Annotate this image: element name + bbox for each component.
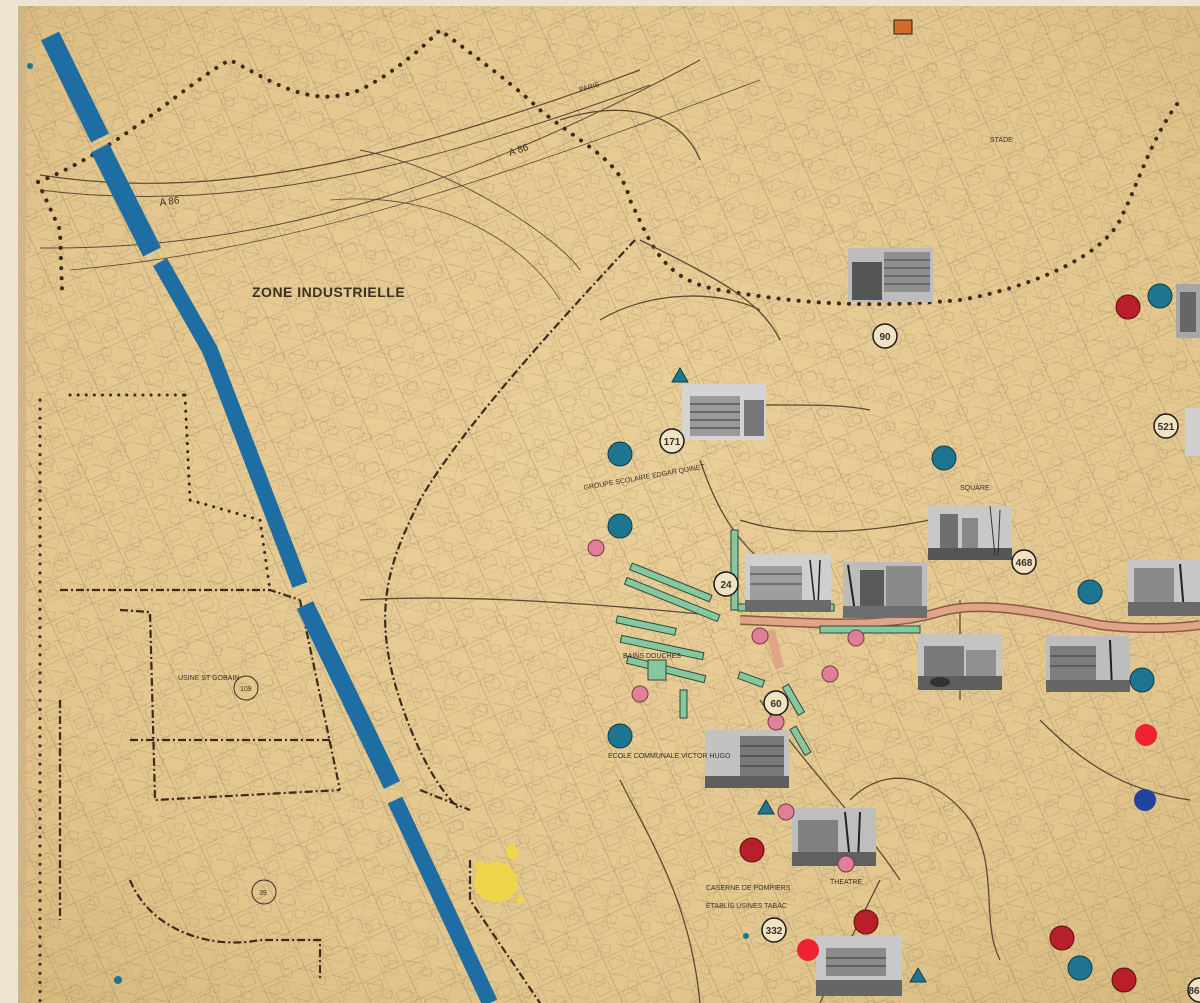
red-marker[interactable] bbox=[853, 909, 879, 935]
pink-marker[interactable] bbox=[767, 713, 785, 731]
small-blue-dot bbox=[743, 933, 749, 939]
svg-text:60: 60 bbox=[770, 699, 782, 710]
teal-marker[interactable] bbox=[607, 513, 633, 539]
photo-school-south[interactable] bbox=[816, 936, 902, 996]
numbered-marker-468[interactable]: 468 bbox=[1011, 549, 1037, 575]
road-label-stade: STADE bbox=[990, 137, 1013, 144]
numbered-marker-171[interactable]: 171 bbox=[659, 428, 685, 454]
numbered-marker-521[interactable]: 521 bbox=[1153, 413, 1179, 439]
svg-text:521: 521 bbox=[1158, 422, 1175, 433]
svg-text:332: 332 bbox=[766, 926, 783, 937]
photo-east-521[interactable] bbox=[1185, 408, 1200, 456]
photo-trees-south[interactable] bbox=[792, 808, 876, 866]
teal-marker[interactable] bbox=[607, 723, 633, 749]
photo-building-north[interactable] bbox=[848, 248, 933, 302]
svg-text:39: 39 bbox=[259, 890, 267, 897]
label-usine-st-gobain: USINE ST GOBAIN bbox=[178, 675, 239, 682]
pink-marker[interactable] bbox=[587, 539, 605, 557]
svg-text:468: 468 bbox=[1016, 558, 1033, 569]
paper-spot bbox=[27, 63, 33, 69]
teal-marker[interactable] bbox=[931, 445, 957, 471]
pink-marker[interactable] bbox=[847, 629, 865, 647]
photo-east-edge[interactable] bbox=[1128, 560, 1200, 616]
numbered-marker-24[interactable]: 24 bbox=[713, 571, 739, 597]
photo-street-24a[interactable] bbox=[745, 554, 831, 612]
pink-marker[interactable] bbox=[837, 855, 855, 873]
numbered-marker-60[interactable]: 60 bbox=[763, 690, 789, 716]
photo-boulevard-1[interactable] bbox=[918, 634, 1002, 690]
photo-street-24b[interactable] bbox=[843, 562, 927, 618]
red-marker[interactable] bbox=[739, 837, 765, 863]
teal-marker[interactable] bbox=[1067, 955, 1093, 981]
teal-marker[interactable] bbox=[1077, 579, 1103, 605]
label-etablis-usines-tabac: ETABLIS USINES TABAC bbox=[706, 903, 787, 910]
teal-marker[interactable] bbox=[1129, 667, 1155, 693]
label-caserne-pompiers: CASERNE DE POMPIERS bbox=[706, 885, 791, 892]
label-ecole-victor-hugo: ECOLE COMMUNALE VICTOR HUGO bbox=[608, 753, 731, 760]
street-grid-layer-2 bbox=[18, 6, 1200, 1003]
photo-boulevard-2[interactable] bbox=[1046, 636, 1130, 692]
pink-marker[interactable] bbox=[821, 665, 839, 683]
red-marker[interactable] bbox=[1111, 967, 1137, 993]
svg-text:109: 109 bbox=[240, 686, 252, 693]
pink-marker[interactable] bbox=[631, 685, 649, 703]
red-marker[interactable] bbox=[1115, 294, 1141, 320]
zone-industrielle-label: ZONE INDUSTRIELLE bbox=[252, 284, 405, 300]
svg-text:24: 24 bbox=[720, 580, 732, 591]
label-bains-douches: BAINS DOUCHES bbox=[623, 653, 681, 660]
photo-building-171[interactable] bbox=[682, 384, 766, 440]
photo-towers-468[interactable] bbox=[928, 505, 1012, 560]
bright-red-marker[interactable] bbox=[1135, 724, 1157, 746]
teal-marker[interactable] bbox=[1147, 283, 1173, 309]
paper-spot bbox=[114, 976, 122, 984]
top-orange-tag bbox=[893, 19, 913, 35]
svg-text:171: 171 bbox=[664, 437, 681, 448]
numbered-marker-90[interactable]: 90 bbox=[872, 323, 898, 349]
map-canvas[interactable]: ZONE INDUSTRIELLE A 86 A 86 PARIS STADE … bbox=[0, 0, 1200, 1003]
dark-blue-marker[interactable] bbox=[1134, 789, 1156, 811]
pink-marker[interactable] bbox=[777, 803, 795, 821]
teal-marker[interactable] bbox=[607, 441, 633, 467]
label-theatre: THEATRE bbox=[830, 879, 862, 886]
numbered-marker-332[interactable]: 332 bbox=[761, 917, 787, 943]
paper-edge-stain bbox=[18, 6, 26, 1003]
red-marker[interactable] bbox=[1049, 925, 1075, 951]
label-square: SQUARE bbox=[960, 485, 990, 492]
bright-red-marker[interactable] bbox=[797, 939, 819, 961]
pink-marker[interactable] bbox=[751, 627, 769, 645]
svg-text:90: 90 bbox=[879, 332, 891, 343]
photo-east-top[interactable] bbox=[1176, 284, 1200, 338]
svg-text:86: 86 bbox=[1188, 986, 1200, 997]
